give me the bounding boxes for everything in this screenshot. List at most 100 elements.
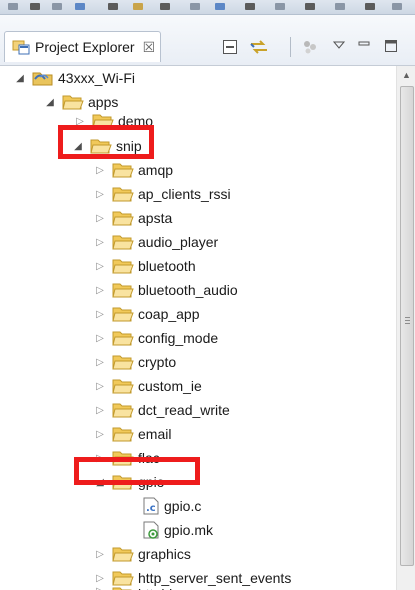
tree-node-label: gpio.mk xyxy=(164,522,214,538)
tree-node-label: 43xxx_Wi-Fi xyxy=(58,70,136,86)
folder-icon xyxy=(112,546,134,562)
expanded-arrow-icon[interactable]: ◢ xyxy=(14,73,26,84)
focus-on-active-task-icon[interactable] xyxy=(302,39,318,58)
tree-node-folder[interactable]: ▷ dct_read_write xyxy=(94,398,230,422)
folder-icon xyxy=(112,354,134,370)
scrollbar-thumb[interactable] xyxy=(400,86,414,566)
collapsed-arrow-icon[interactable]: ▷ xyxy=(94,165,106,176)
gpio-highlight-box xyxy=(74,457,200,485)
tree-node-label: bluetooth xyxy=(138,258,196,274)
tree-node-folder[interactable]: ▷ ap_clients_rssi xyxy=(94,182,231,206)
tree-node-label: config_mode xyxy=(138,330,219,346)
tree-node-label: custom_ie xyxy=(138,378,202,394)
folder-icon xyxy=(112,402,134,418)
grip-line xyxy=(405,320,410,321)
tree-node-label: crypto xyxy=(138,354,177,370)
toolbar-icon[interactable] xyxy=(365,3,375,10)
toolbar-icon[interactable] xyxy=(305,3,315,10)
tree-node-folder[interactable]: ▷ bluetooth xyxy=(94,254,196,278)
toolbar-icon[interactable] xyxy=(245,3,255,10)
tree-node-folder[interactable]: ▷ email xyxy=(94,422,171,446)
toolbar-icon[interactable] xyxy=(190,3,200,10)
view-title: Project Explorer xyxy=(35,39,135,55)
tree-node-project[interactable]: ◢ 43xxx_Wi-Fi xyxy=(14,66,135,90)
tree-node-folder[interactable]: ▷ graphics xyxy=(94,542,191,566)
collapsed-arrow-icon[interactable]: ▷ xyxy=(94,381,106,392)
link-with-editor-icon[interactable] xyxy=(249,39,269,58)
main-toolbar xyxy=(0,0,415,15)
folder-icon xyxy=(112,210,134,226)
collapsed-arrow-icon[interactable]: ▷ xyxy=(94,285,106,296)
tree-node-folder[interactable]: ▷ config_mode xyxy=(94,326,218,350)
expanded-arrow-icon[interactable]: ◢ xyxy=(44,97,56,108)
tree-node-label: dct_read_write xyxy=(138,402,230,418)
tree-node-label: coap_app xyxy=(138,306,200,322)
collapsed-arrow-icon[interactable]: ▷ xyxy=(94,333,106,344)
scroll-up-arrow-icon[interactable]: ▲ xyxy=(402,70,411,80)
collapsed-arrow-icon[interactable]: ▷ xyxy=(94,189,106,200)
view-header: Project Explorer ☒ xyxy=(0,15,415,66)
collapsed-arrow-icon[interactable]: ▷ xyxy=(94,586,106,590)
tree-node-label: amqp xyxy=(138,162,174,178)
collapsed-arrow-icon[interactable]: ▷ xyxy=(94,405,106,416)
tree-node-folder[interactable]: ▷ amqp xyxy=(94,158,173,182)
tree-node-folder[interactable]: ▷ coap_app xyxy=(94,302,200,326)
makefile-icon xyxy=(142,521,160,539)
collapse-all-icon[interactable] xyxy=(222,39,238,58)
folder-icon xyxy=(112,570,134,586)
toolbar-icon[interactable] xyxy=(160,3,170,10)
tree-node-folder[interactable]: ▷ audio_player xyxy=(94,230,218,254)
folder-icon xyxy=(112,234,134,250)
tree-node-folder[interactable]: ▷ httpbin_org xyxy=(94,586,208,590)
tree-node-folder[interactable]: ▷ custom_ie xyxy=(94,374,202,398)
toolbar-icon[interactable] xyxy=(52,3,62,10)
collapsed-arrow-icon[interactable]: ▷ xyxy=(94,237,106,248)
tab-project-explorer[interactable]: Project Explorer ☒ xyxy=(4,31,161,62)
toolbar-icon[interactable] xyxy=(335,3,345,10)
tree-node-label: email xyxy=(138,426,172,442)
tree-node-apps[interactable]: ◢ apps xyxy=(44,90,118,114)
collapsed-arrow-icon[interactable]: ▷ xyxy=(94,429,106,440)
toolbar-icon[interactable] xyxy=(215,3,225,10)
toolbar-icon[interactable] xyxy=(133,3,143,10)
collapsed-arrow-icon[interactable]: ▷ xyxy=(94,357,106,368)
vertical-scrollbar[interactable]: ▲ xyxy=(396,66,415,590)
tree-node-folder[interactable]: ▷ bluetooth_audio xyxy=(94,278,238,302)
c-file-icon: .c xyxy=(142,497,160,515)
grip-line xyxy=(405,323,410,324)
tree-node-label: gpio.c xyxy=(164,498,202,514)
folder-icon xyxy=(112,258,134,274)
project-icon xyxy=(32,70,54,86)
collapsed-arrow-icon[interactable]: ▷ xyxy=(94,573,106,584)
tree-node-label: bluetooth_audio xyxy=(138,282,238,298)
folder-icon xyxy=(112,282,134,298)
toolbar-icon[interactable] xyxy=(75,3,85,10)
project-explorer-icon xyxy=(12,39,30,55)
collapsed-arrow-icon[interactable]: ▷ xyxy=(94,261,106,272)
tree-node-folder[interactable]: ▷ crypto xyxy=(94,350,176,374)
maximize-icon[interactable] xyxy=(384,39,398,56)
svg-text:.c: .c xyxy=(146,503,156,514)
tree-node-label: ap_clients_rssi xyxy=(138,186,231,202)
tree-node-label: apps xyxy=(88,94,119,110)
close-icon[interactable]: ☒ xyxy=(143,39,156,56)
collapsed-arrow-icon[interactable]: ▷ xyxy=(94,309,106,320)
collapsed-arrow-icon[interactable]: ▷ xyxy=(94,549,106,560)
tree-node-label: httpbin_org xyxy=(138,586,208,590)
view-menu-icon[interactable] xyxy=(332,39,346,54)
snip-highlight-box xyxy=(58,125,154,159)
collapsed-arrow-icon[interactable]: ▷ xyxy=(94,213,106,224)
toolbar-icon[interactable] xyxy=(30,3,40,10)
tree-node-file[interactable]: gpio.mk xyxy=(138,518,213,542)
folder-icon xyxy=(112,586,134,590)
toolbar-icon[interactable] xyxy=(8,3,18,10)
toolbar-icon[interactable] xyxy=(275,3,285,10)
tree-node-folder[interactable]: ▷ apsta xyxy=(94,206,172,230)
tree-node-file[interactable]: .c gpio.c xyxy=(138,494,201,518)
toolbar-icon[interactable] xyxy=(108,3,118,10)
header-separator xyxy=(290,37,291,57)
folder-icon xyxy=(62,94,84,110)
toolbar-icon[interactable] xyxy=(392,3,402,10)
minimize-icon[interactable] xyxy=(357,39,371,56)
grip-line xyxy=(405,317,410,318)
